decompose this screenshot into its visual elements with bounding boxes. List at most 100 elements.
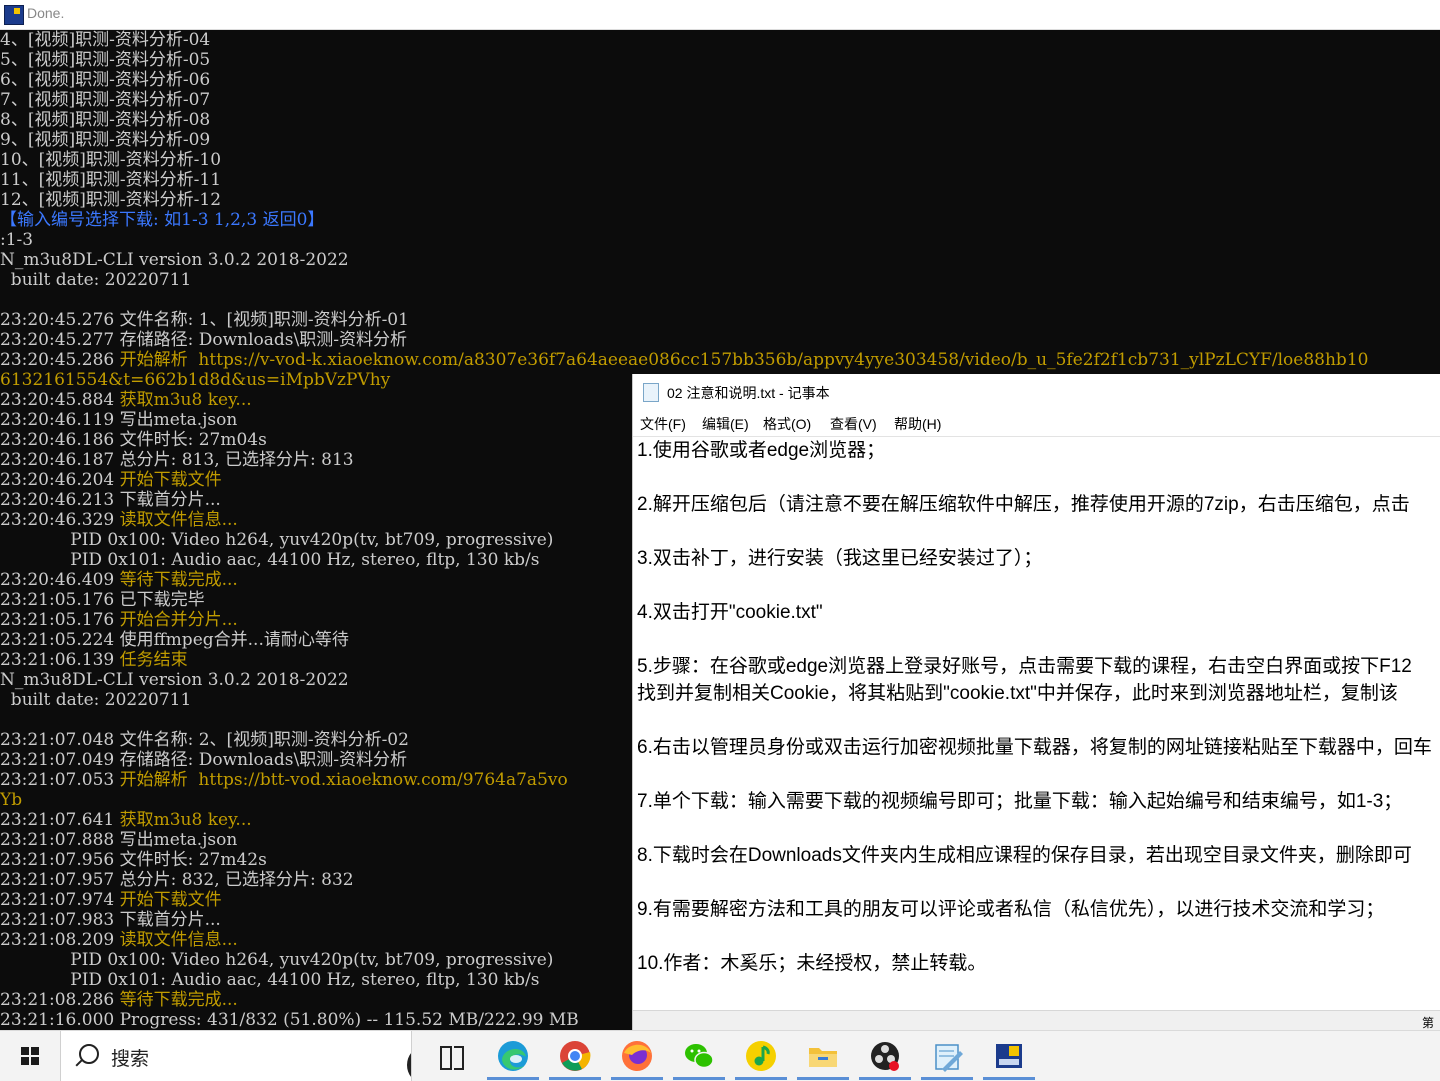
console-segment: 23:20:45.277 [0,330,120,350]
console-line: 23:20:46.187 总分片: 813, 已选择分片: 813 [0,450,354,470]
console-line: 23:21:05.176 已下载完毕 [0,590,205,610]
console-segment: 等待下载完成... [119,570,238,590]
console-segment: PID 0x101: Audio aac, 44100 Hz, stereo, … [0,550,540,570]
console-titlebar[interactable]: Done. [0,0,1440,30]
console-segment: 下载首分片... [119,490,221,510]
console-line: PID 0x100: Video h264, yuv420p(tv, bt709… [0,530,553,550]
console-segment: Progress: 431/832 (51.80%) -- 115.52 MB/… [119,1010,579,1030]
console-line: 23:21:06.139 任务结束 [0,650,188,670]
console-segment: 开始下载文件 [119,890,222,910]
console-segment: 开始解析 https://btt-vod.xiaoeknow.com/9764a… [119,770,568,790]
console-line: 7、[视频]职测-资料分析-07 [0,90,210,110]
task-view-icon[interactable] [436,1039,470,1073]
console-line: 23:21:16.000 Progress: 431/832 (51.80%) … [0,1010,579,1030]
start-button[interactable] [0,1031,60,1081]
console-line: 23:20:46.186 文件时长: 27m04s [0,430,267,450]
console-segment: 开始下载文件 [119,470,222,490]
wechat-icon[interactable] [682,1039,716,1073]
console-segment: 23:20:46.213 [0,490,120,510]
console-line: 23:21:08.286 等待下载完成... [0,990,238,1010]
notepad-text-line: 6.右击以管理员身份或双击运行加密视频批量下载器，将复制的网址链接粘贴至下载器中… [637,737,1432,758]
console-line: PID 0x101: Audio aac, 44100 Hz, stereo, … [0,550,539,570]
taskbar-search-box[interactable]: 搜索 [60,1031,412,1081]
console-segment: 23:21:08.209 [0,930,120,950]
console-segment: 存储路径: Downloads\职测-资料分析 [119,750,407,770]
console-line: PID 0x100: Video h264, yuv420p(tv, bt709… [0,950,553,970]
console-line: 23:21:05.224 使用ffmpeg合并...请耐心等待 [0,630,349,650]
notepad-text-line: 2.解开压缩包后（请注意不要在解压缩软件中解压，推荐使用开源的7zip，右击压缩… [637,494,1410,515]
console-line: 23:21:07.049 存储路径: Downloads\职测-资料分析 [0,750,407,770]
console-segment: 文件名称: 2、[视频]职测-资料分析-02 [119,730,409,750]
console-segment: 23:21:07.957 [0,870,120,890]
notepad-text-line: 10.作者：木奚乐；未经授权，禁止转载。 [637,953,987,974]
chrome-icon[interactable] [558,1039,592,1073]
notepad-window[interactable]: 02 注意和说明.txt - 记事本 文件(F) 编辑(E) 格式(O) 查看(… [633,374,1440,1030]
menu-format[interactable]: 格式(O) [763,414,811,434]
console-line: N_m3u8DL-CLI version 3.0.2 2018-2022 [0,250,349,270]
console-line: Yb [0,790,22,810]
console-segment: Yb [0,790,23,810]
notepad-text-line: 1.使用谷歌或者edge浏览器； [637,440,886,461]
console-line: :1-3 [0,230,33,250]
notepad-text-line: 3.双击补丁，进行安装（我这里已经安装过了）； [637,548,1043,569]
console-segment: 【输入编号选择下载: 如1-3 1,2,3 返回0】 [0,210,325,230]
notepad-window-title: 02 注意和说明.txt - 记事本 [667,385,830,401]
search-icon [79,1044,99,1064]
console-segment: 23:21:07.974 [0,890,120,910]
console-line: 23:21:07.957 总分片: 832, 已选择分片: 832 [0,870,354,890]
console-line: built date: 20220711 [0,270,192,290]
notepad-text-line: 找到并复制相关Cookie，将其粘贴到"cookie.txt"中并保存，此时来到… [637,683,1398,704]
console-segment: 使用ffmpeg合并...请耐心等待 [119,630,349,650]
music-icon[interactable] [744,1039,778,1073]
menu-file[interactable]: 文件(F) [640,414,686,434]
console-app-icon [4,5,24,25]
obs-icon[interactable] [868,1039,902,1073]
notepad-app-icon [643,383,659,402]
console-segment: 写出meta.json [119,830,238,850]
console-segment: PID 0x100: Video h264, yuv420p(tv, bt709… [0,530,554,550]
console-line: 23:20:45.277 存储路径: Downloads\职测-资料分析 [0,330,407,350]
notepad-text-area[interactable]: 1.使用谷歌或者edge浏览器； 2.解开压缩包后（请注意不要在解压缩软件中解压，… [637,436,1440,1010]
console-segment: N_m3u8DL-CLI version 3.0.2 2018-2022 [0,250,349,270]
console-line: 23:21:05.176 开始合并分片... [0,610,238,630]
console-segment: 23:21:06.139 [0,650,120,670]
console-line: 23:21:07.048 文件名称: 2、[视频]职测-资料分析-02 [0,730,409,750]
console-segment: N_m3u8DL-CLI version 3.0.2 2018-2022 [0,670,349,690]
console-line: 23:21:07.956 文件时长: 27m42s [0,850,267,870]
console-segment: 23:20:46.119 [0,410,120,430]
console-segment: 文件时长: 27m42s [119,850,267,870]
console-line: 6、[视频]职测-资料分析-06 [0,70,210,90]
console-segment: 23:21:07.641 [0,810,120,830]
console-line: 23:20:46.213 下载首分片... [0,490,221,510]
console-line: 23:20:45.276 文件名称: 1、[视频]职测-资料分析-01 [0,310,409,330]
console-line: 6132161554&t=662b1d8d&us=iMpbVzPVhy [0,370,390,390]
downloader-icon[interactable] [992,1039,1026,1073]
edge-icon[interactable] [496,1039,530,1073]
console-line: 10、[视频]职测-资料分析-10 [0,150,221,170]
console-segment: 23:21:07.049 [0,750,120,770]
notepad-titlebar[interactable]: 02 注意和说明.txt - 记事本 [633,374,1440,410]
console-segment: 7、[视频]职测-资料分析-07 [0,90,211,110]
console-segment: PID 0x101: Audio aac, 44100 Hz, stereo, … [0,970,540,990]
console-line: 23:20:46.119 写出meta.json [0,410,237,430]
console-window-title: Done. [27,5,65,21]
console-segment: 23:20:45.276 [0,310,120,330]
menu-view[interactable]: 查看(V) [830,414,877,434]
console-segment: 获取m3u8 key... [119,390,252,410]
console-segment: 23:21:07.048 [0,730,120,750]
console-line: 23:20:46.204 开始下载文件 [0,470,222,490]
menu-help[interactable]: 帮助(H) [894,414,941,434]
console-segment: 23:20:46.204 [0,470,120,490]
console-segment: 5、[视频]职测-资料分析-05 [0,50,211,70]
console-segment: 读取文件信息... [119,510,238,530]
console-line: 【输入编号选择下载: 如1-3 1,2,3 返回0】 [0,210,324,230]
notepad-icon[interactable] [930,1039,964,1073]
menu-edit[interactable]: 编辑(E) [702,414,749,434]
console-segment: 23:21:05.176 [0,590,120,610]
file-explorer-icon[interactable] [806,1039,840,1073]
console-segment: 23:21:05.224 [0,630,120,650]
console-segment: 23:21:08.286 [0,990,120,1010]
firefox-icon[interactable] [620,1039,654,1073]
console-line: 23:20:46.409 等待下载完成... [0,570,238,590]
console-line: 23:21:07.888 写出meta.json [0,830,237,850]
